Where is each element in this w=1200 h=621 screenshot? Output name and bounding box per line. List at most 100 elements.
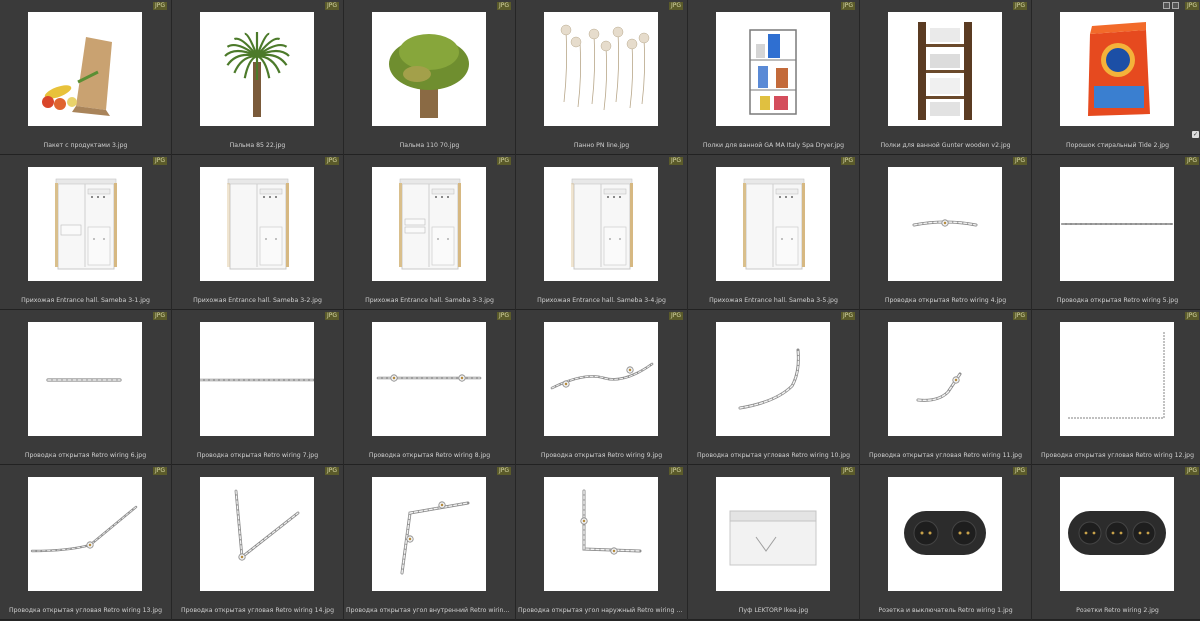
corner-wiring-thumbnail[interactable] bbox=[28, 477, 142, 591]
thumbnail-cell[interactable]: JPG Пальма 85 22.jpg bbox=[172, 0, 343, 155]
file-type-badge: JPG bbox=[324, 467, 339, 475]
wiring-thumbnail[interactable] bbox=[200, 322, 314, 436]
file-type-badge: JPG bbox=[496, 467, 511, 475]
wiring-thumbnail[interactable] bbox=[372, 322, 486, 436]
file-name: Полки для ванной GA MA Italy Spa Dryer.j… bbox=[702, 142, 845, 149]
thumbnail-cell[interactable]: JPG Проводка открытая Retro wiring 7.jpg bbox=[172, 310, 343, 465]
corner-wiring-thumbnail[interactable] bbox=[1060, 322, 1174, 436]
file-type-badge: JPG bbox=[840, 312, 855, 320]
thumbnail-cell[interactable]: JPG Прихожая Entrance hall. Sameba 3-4.j… bbox=[516, 155, 687, 310]
file-type-badge: JPG bbox=[1184, 312, 1199, 320]
wiring-thumbnail[interactable] bbox=[888, 167, 1002, 281]
inner-corner-wiring-thumbnail[interactable] bbox=[372, 477, 486, 591]
thumbnail-cell[interactable]: JPG Проводка открытая угловая Retro wiri… bbox=[860, 310, 1031, 465]
socket-switch-thumbnail bbox=[904, 511, 986, 555]
wooden-shelf-thumbnail[interactable] bbox=[888, 12, 1002, 126]
corner-wiring-thumbnail bbox=[30, 505, 138, 553]
file-name: Проводка открытая Retro wiring 7.jpg bbox=[196, 452, 319, 459]
wiring-thumbnail[interactable] bbox=[28, 322, 142, 436]
thumbnail-cell[interactable]: JPG Розетка и выключатель Retro wiring 1… bbox=[860, 465, 1031, 620]
corner-wiring-thumbnail[interactable] bbox=[888, 322, 1002, 436]
thumbnail-cell[interactable]: JPG Проводка открытая Retro wiring 8.jpg bbox=[344, 310, 515, 465]
corner-wiring-thumbnail[interactable] bbox=[716, 322, 830, 436]
thumbnail-cell[interactable]: JPG Прихожая Entrance hall. Sameba 3-3.j… bbox=[344, 155, 515, 310]
thumbnail-cell[interactable]: JPG Розетки Retro wiring 2.jpg bbox=[1032, 465, 1200, 620]
thumbnail-cell[interactable]: JPG Проводка открытая угол наружный Retr… bbox=[516, 465, 687, 620]
file-type-badge: JPG bbox=[1184, 157, 1199, 165]
grocery-bag-thumbnail[interactable] bbox=[28, 12, 142, 126]
thumbnail-cell[interactable]: JPG Порошок стиральный Tide 2.jpg ✓ bbox=[1032, 0, 1200, 155]
thumbnail-cell[interactable]: JPG Проводка открытая Retro wiring 4.jpg bbox=[860, 155, 1031, 310]
thumbnail-cell[interactable]: JPG Проводка открытая угол внутренний Re… bbox=[344, 465, 515, 620]
checkbox-check-icon[interactable]: ✓ bbox=[1192, 131, 1199, 138]
outer-corner-wiring-thumbnail[interactable] bbox=[544, 477, 658, 591]
file-type-badge: JPG bbox=[1012, 312, 1027, 320]
file-name: Полки для ванной Gunter wooden v2.jpg bbox=[880, 142, 1011, 149]
file-type-badge: JPG bbox=[324, 157, 339, 165]
wiring-thumbnail[interactable] bbox=[544, 322, 658, 436]
thumbnail-cell[interactable]: JPG Проводка открытая угловая Retro wiri… bbox=[1032, 310, 1200, 465]
palm-tree-thumbnail bbox=[224, 32, 290, 117]
palm-bush-thumbnail[interactable] bbox=[372, 12, 486, 126]
thumbnail-cell[interactable]: JPG Проводка открытая Retro wiring 9.jpg bbox=[516, 310, 687, 465]
socket-thumbnail[interactable] bbox=[1060, 477, 1174, 591]
entrance-hall-thumbnail[interactable] bbox=[372, 167, 486, 281]
file-name: Прихожая Entrance hall. Sameba 3-2.jpg bbox=[193, 297, 322, 304]
entrance-hall-thumbnail[interactable] bbox=[200, 167, 314, 281]
socket-switch-thumbnail[interactable] bbox=[888, 477, 1002, 591]
file-type-badge: JPG bbox=[152, 467, 167, 475]
thumbnail-cell[interactable]: JPG Прихожая Entrance hall. Sameba 3-5.j… bbox=[688, 155, 859, 310]
entrance-hall-thumbnail[interactable] bbox=[28, 167, 142, 281]
corner-wiring-thumbnail[interactable] bbox=[200, 477, 314, 591]
file-name: Прихожая Entrance hall. Sameba 3-1.jpg bbox=[21, 297, 150, 304]
thumbnail-cell[interactable]: JPG Пакет с продуктами 3.jpg bbox=[0, 0, 171, 155]
wiring-thumbnail bbox=[1061, 223, 1173, 225]
wiring-thumbnail bbox=[200, 378, 314, 382]
entrance-hall-thumbnail[interactable] bbox=[716, 167, 830, 281]
entrance-hall-thumbnail bbox=[399, 178, 461, 270]
flower-panel-thumbnail[interactable] bbox=[544, 12, 658, 126]
thumbnail-cell[interactable]: JPG Полки для ванной GA MA Italy Spa Dry… bbox=[688, 0, 859, 155]
thumbnail-cell[interactable]: JPG Прихожая Entrance hall. Sameba 3-2.j… bbox=[172, 155, 343, 310]
file-type-badge: JPG bbox=[496, 2, 511, 10]
thumbnail-cell[interactable]: JPG Проводка открытая Retro wiring 5.jpg bbox=[1032, 155, 1200, 310]
wiring-thumbnail[interactable] bbox=[1060, 167, 1174, 281]
thumbnail-cell[interactable]: JPG Проводка открытая угловая Retro wiri… bbox=[172, 465, 343, 620]
wooden-shelf-thumbnail bbox=[918, 22, 972, 120]
file-type-badge: JPG bbox=[840, 157, 855, 165]
file-type-badge: JPG bbox=[496, 157, 511, 165]
file-type-badge: JPG bbox=[668, 467, 683, 475]
file-type-badge: JPG bbox=[152, 312, 167, 320]
detergent-box-thumbnail[interactable] bbox=[1060, 12, 1174, 126]
bath-rack-thumbnail[interactable] bbox=[716, 12, 830, 126]
item-action-icons[interactable] bbox=[1163, 2, 1179, 9]
pouf-thumbnail[interactable] bbox=[716, 477, 830, 591]
file-type-badge: JPG bbox=[1012, 467, 1027, 475]
entrance-hall-thumbnail[interactable] bbox=[544, 167, 658, 281]
file-name: Пальма 110 70.jpg bbox=[399, 142, 460, 149]
wiring-thumbnail bbox=[46, 378, 122, 382]
file-name: Пакет с продуктами 3.jpg bbox=[43, 142, 128, 149]
corner-wiring-thumbnail bbox=[916, 372, 962, 402]
file-name: Порошок стиральный Tide 2.jpg bbox=[1065, 142, 1170, 149]
entrance-hall-thumbnail bbox=[55, 178, 117, 270]
frame-icon[interactable] bbox=[1163, 2, 1170, 9]
file-type-badge: JPG bbox=[1184, 467, 1199, 475]
thumbnail-cell[interactable]: JPG Проводка открытая угловая Retro wiri… bbox=[0, 465, 171, 620]
thumbnail-cell[interactable]: JPG Полки для ванной Gunter wooden v2.jp… bbox=[860, 0, 1031, 155]
thumbnail-cell[interactable]: JPG Пуф LEKTORP Ikea.jpg bbox=[688, 465, 859, 620]
bath-rack-thumbnail bbox=[749, 29, 797, 115]
palm-tree-thumbnail[interactable] bbox=[200, 12, 314, 126]
file-type-badge: JPG bbox=[324, 2, 339, 10]
grocery-bag-thumbnail bbox=[42, 37, 112, 116]
file-name: Прихожая Entrance hall. Sameba 3-5.jpg bbox=[709, 297, 838, 304]
file-type-badge: JPG bbox=[840, 467, 855, 475]
thumbnail-cell[interactable]: JPG Пальма 110 70.jpg bbox=[344, 0, 515, 155]
file-name: Проводка открытая Retro wiring 5.jpg bbox=[1056, 297, 1179, 304]
thumbnail-cell[interactable]: JPG Панно PN line.jpg bbox=[516, 0, 687, 155]
edit-pencil-icon[interactable] bbox=[1172, 2, 1179, 9]
thumbnail-cell[interactable]: JPG Прихожая Entrance hall. Sameba 3-1.j… bbox=[0, 155, 171, 310]
thumbnail-cell[interactable]: JPG Проводка открытая угловая Retro wiri… bbox=[688, 310, 859, 465]
thumbnail-cell[interactable]: JPG Проводка открытая Retro wiring 6.jpg bbox=[0, 310, 171, 465]
file-name: Проводка открытая Retro wiring 8.jpg bbox=[368, 452, 491, 459]
